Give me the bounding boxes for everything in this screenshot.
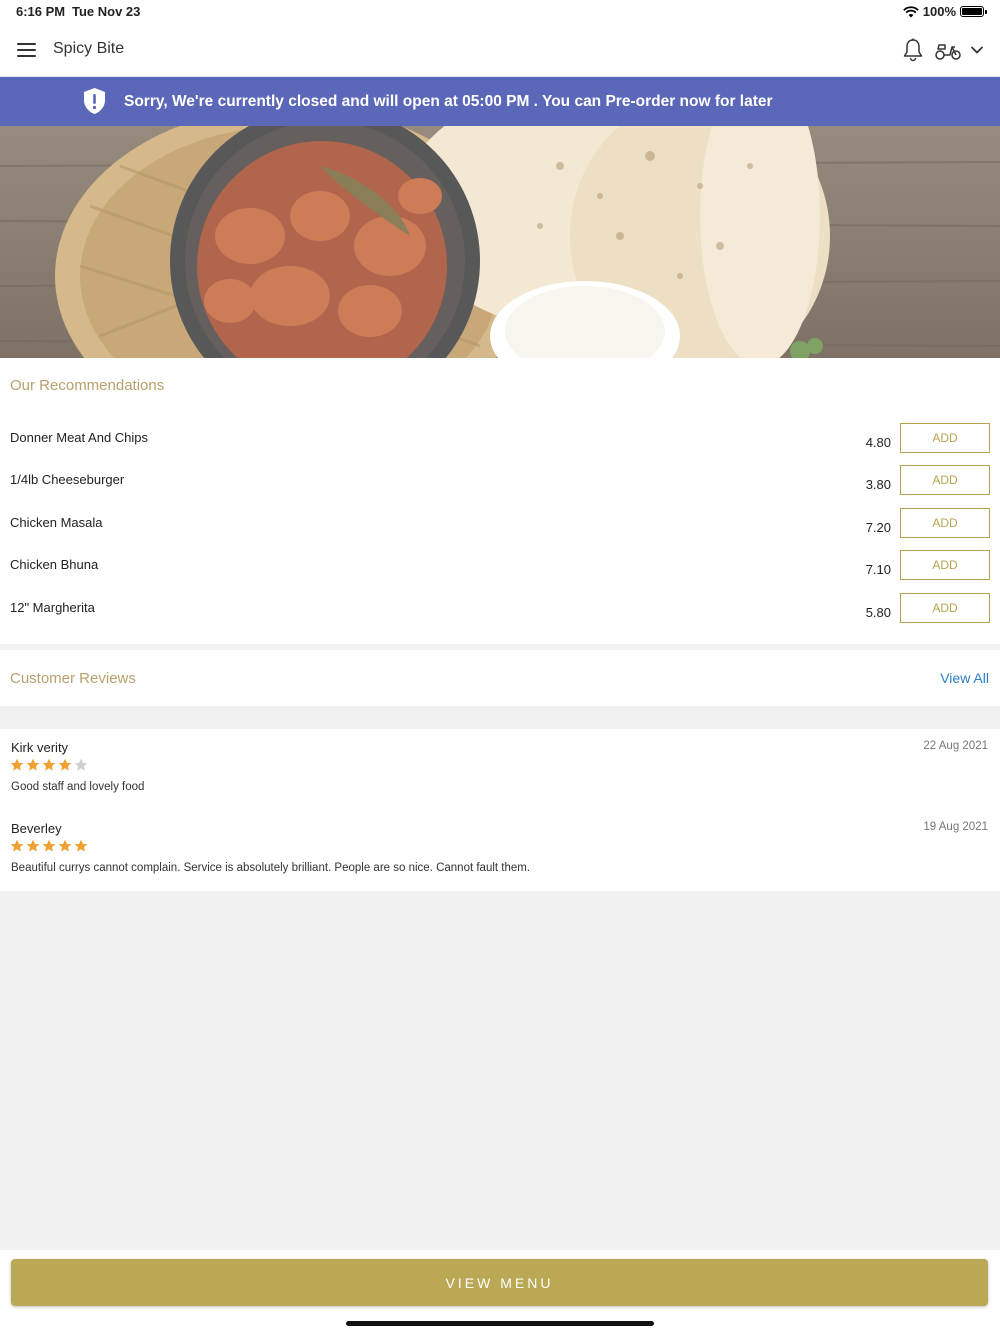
review-item: Kirk verity 22 Aug 2021 Good staff and l… xyxy=(0,729,1000,799)
star-empty-icon xyxy=(74,758,88,771)
review-text: Beautiful currys cannot complain. Servic… xyxy=(11,862,531,874)
recommendation-item: Donner Meat And Chips 4.80 ADD xyxy=(0,423,1000,472)
recommendations-title: Our Recommendations xyxy=(10,377,165,394)
closed-notice-text: Sorry, We're currently closed and will o… xyxy=(124,93,773,110)
reviews-title: Customer Reviews xyxy=(10,670,136,687)
shield-alert-icon xyxy=(84,88,105,114)
review-text: Good staff and lovely food xyxy=(11,781,145,793)
item-name: Chicken Bhuna xyxy=(10,557,99,572)
star-filled-icon xyxy=(26,758,40,771)
reviews-header: Customer Reviews View All xyxy=(0,650,1000,706)
hero-food-image xyxy=(0,126,1000,358)
item-price: 3.80 xyxy=(865,477,891,492)
item-price: 7.20 xyxy=(865,520,891,535)
status-bar: 6:16 PM Tue Nov 23 100% xyxy=(0,0,1000,24)
battery-percent: 100% xyxy=(922,4,956,19)
star-filled-icon xyxy=(58,758,72,771)
hamburger-menu-icon[interactable] xyxy=(17,43,36,57)
add-button[interactable]: ADD xyxy=(900,423,990,453)
status-time: 6:16 PM xyxy=(16,4,66,19)
status-date: Tue Nov 23 xyxy=(72,4,141,19)
review-item: Beverley 19 Aug 2021 Beautiful currys ca… xyxy=(0,810,1000,880)
star-filled-icon xyxy=(26,839,40,852)
recommendation-item: 1/4lb Cheeseburger 3.80 ADD xyxy=(0,465,1000,514)
status-right: 100% xyxy=(902,4,987,19)
item-price: 5.80 xyxy=(865,605,891,620)
reviewer-name: Kirk verity xyxy=(11,740,69,755)
view-menu-button[interactable]: VIEW MENU xyxy=(11,1259,988,1306)
star-filled-icon xyxy=(42,758,56,771)
closed-notice-banner: Sorry, We're currently closed and will o… xyxy=(0,77,1000,126)
wifi-icon xyxy=(902,5,919,17)
item-price: 4.80 xyxy=(865,435,891,450)
add-button[interactable]: ADD xyxy=(900,508,990,538)
star-rating xyxy=(10,839,88,853)
recommendation-item: Chicken Masala 7.20 ADD xyxy=(0,508,1000,557)
item-name: 12" Margherita xyxy=(10,600,95,615)
review-date: 22 Aug 2021 xyxy=(923,740,988,752)
reviewer-name: Beverley xyxy=(11,821,62,836)
star-rating xyxy=(10,758,88,772)
recommendations-section: Our Recommendations Donner Meat And Chip… xyxy=(0,358,1000,644)
star-filled-icon xyxy=(58,839,72,852)
bell-icon[interactable] xyxy=(902,38,924,62)
reviews-list: Kirk verity 22 Aug 2021 Good staff and l… xyxy=(0,729,1000,891)
chevron-down-icon[interactable] xyxy=(970,43,984,57)
item-name: 1/4lb Cheeseburger xyxy=(10,472,125,487)
view-all-reviews-link[interactable]: View All xyxy=(940,670,989,686)
item-name: Donner Meat And Chips xyxy=(10,430,149,445)
review-date: 19 Aug 2021 xyxy=(923,821,988,833)
star-filled-icon xyxy=(10,839,24,852)
add-button[interactable]: ADD xyxy=(900,593,990,623)
home-indicator xyxy=(346,1321,654,1326)
delivery-scooter-icon[interactable] xyxy=(935,39,961,61)
add-button[interactable]: ADD xyxy=(900,550,990,580)
item-name: Chicken Masala xyxy=(10,515,103,530)
star-filled-icon xyxy=(42,839,56,852)
add-button[interactable]: ADD xyxy=(900,465,990,495)
star-filled-icon xyxy=(10,758,24,771)
item-price: 7.10 xyxy=(865,562,891,577)
restaurant-title: Spicy Bite xyxy=(53,40,125,57)
app-header: Spicy Bite xyxy=(0,24,1000,77)
star-filled-icon xyxy=(74,839,88,852)
recommendation-item: 12" Margherita 5.80 ADD xyxy=(0,593,1000,642)
hero-overlay xyxy=(0,126,1000,358)
battery-icon xyxy=(960,6,987,17)
recommendation-item: Chicken Bhuna 7.10 ADD xyxy=(0,550,1000,599)
